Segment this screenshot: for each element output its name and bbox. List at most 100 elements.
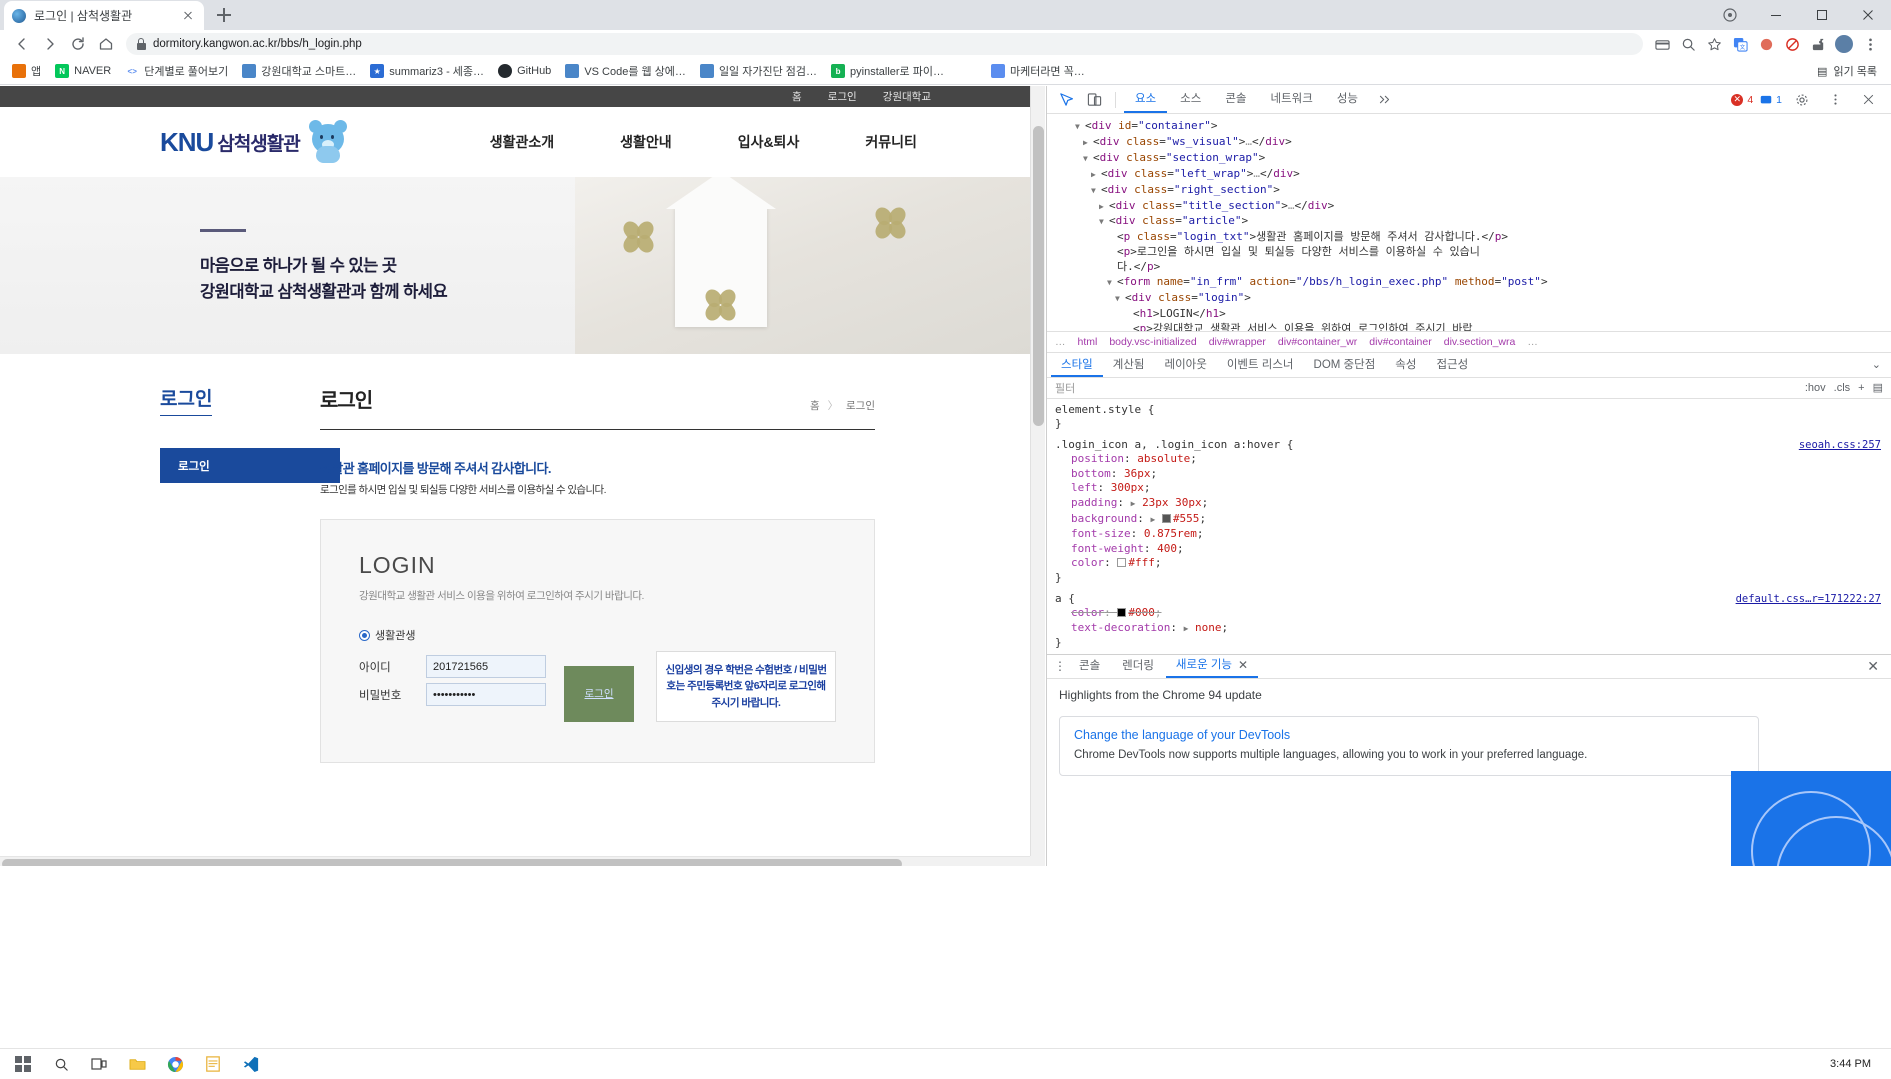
- dom-tree-line[interactable]: ▼<div class="section_wrap">: [1051, 151, 1891, 167]
- bookmark-item[interactable]: NNAVER: [49, 62, 117, 80]
- nav-item-guide[interactable]: 생활안내: [620, 132, 672, 152]
- dom-tree-line[interactable]: ▶<div class="ws_visual">…</div>: [1051, 135, 1891, 151]
- home-button[interactable]: [92, 32, 120, 56]
- whats-new-card-title[interactable]: Change the language of your DevTools: [1074, 728, 1744, 742]
- zoom-icon[interactable]: [1675, 32, 1701, 56]
- profile-avatar[interactable]: [1831, 32, 1857, 56]
- css-declaration[interactable]: bottom: 36px;: [1055, 467, 1891, 482]
- css-declaration[interactable]: color: #000;: [1055, 606, 1891, 621]
- bookmark-item[interactable]: VS Code를 웹 상에…: [559, 61, 692, 81]
- sidebar-item-login[interactable]: 로그인: [160, 448, 340, 483]
- devtools-tab-elements[interactable]: 요소: [1124, 86, 1167, 113]
- dom-tree-line[interactable]: ▼<form name="in_frm" action="/bbs/h_logi…: [1051, 275, 1891, 291]
- css-declaration[interactable]: background: ▶ #555;: [1055, 512, 1891, 528]
- bookmark-item[interactable]: 앱: [6, 61, 47, 81]
- chevron-right-icon[interactable]: [1371, 88, 1397, 112]
- chevron-down-icon[interactable]: ⌄: [1872, 358, 1881, 371]
- devtools-style-filter[interactable]: 필터 :hov .cls + ▤: [1047, 377, 1891, 399]
- css-declaration[interactable]: text-decoration: ▶ none;: [1055, 621, 1891, 637]
- dom-tree-line[interactable]: ▼<div class="login">: [1051, 291, 1891, 307]
- disclosure-triangle-icon[interactable]: ▼: [1099, 215, 1109, 230]
- notepad-button[interactable]: [196, 1050, 230, 1079]
- dom-tree-line[interactable]: ▶<div class="left_wrap">…</div>: [1051, 167, 1891, 183]
- devtools-breadcrumb-item[interactable]: div#container: [1369, 336, 1431, 348]
- browser-tab[interactable]: 로그인 | 삼척생활관: [4, 1, 204, 30]
- whats-new-card[interactable]: Change the language of your DevTools Chr…: [1059, 716, 1759, 776]
- css-declaration[interactable]: font-size: 0.875rem;: [1055, 527, 1891, 542]
- dom-tree-line[interactable]: 다.</p>: [1051, 260, 1891, 275]
- dom-tree-line[interactable]: <p>로그인을 하시면 입실 및 퇴실등 다양한 서비스를 이용하실 수 있습니: [1051, 245, 1891, 260]
- search-button[interactable]: [44, 1050, 78, 1079]
- bookmark-item[interactable]: ★summariz3 - 세종…: [364, 61, 490, 81]
- hov-toggle[interactable]: :hov: [1805, 382, 1826, 394]
- css-declaration[interactable]: font-weight: 400;: [1055, 542, 1891, 557]
- bookmark-item[interactable]: 마케터라면 꼭…: [985, 61, 1091, 81]
- dom-tree-line[interactable]: <p>강원대학교 생활관 서비스 이용을 위하여 로그인하여 주시기 바랍: [1051, 322, 1891, 331]
- taskbar-clock[interactable]: 3:44 PM: [1830, 1058, 1885, 1070]
- maximize-button[interactable]: [1799, 0, 1845, 30]
- bookmark-item[interactable]: <>단계별로 풀어보기: [119, 61, 234, 81]
- file-explorer-button[interactable]: [120, 1050, 154, 1079]
- utility-link-home[interactable]: 홈: [792, 89, 802, 104]
- devtools-styles-pane[interactable]: element.style {}seoah.css:257.login_icon…: [1047, 399, 1891, 654]
- close-window-button[interactable]: [1845, 0, 1891, 30]
- nav-item-admission[interactable]: 입사&퇴사: [738, 132, 800, 152]
- disclosure-triangle-icon[interactable]: ▶: [1091, 168, 1101, 183]
- id-input[interactable]: [426, 655, 546, 678]
- bookmark-item[interactable]: GitHub: [492, 62, 557, 80]
- utility-link-login[interactable]: 로그인: [828, 89, 857, 104]
- nav-item-community[interactable]: 커뮤니티: [865, 132, 917, 152]
- dom-tree-line[interactable]: <h1>LOGIN</h1>: [1051, 307, 1891, 322]
- disclosure-triangle-icon[interactable]: ▼: [1075, 120, 1085, 135]
- disclosure-triangle-icon[interactable]: ▼: [1115, 292, 1125, 307]
- disclosure-triangle-icon[interactable]: ▶: [1099, 200, 1109, 215]
- task-view-button[interactable]: [82, 1050, 116, 1079]
- forward-button[interactable]: [36, 32, 64, 56]
- drawer-tab-close-icon[interactable]: ✕: [1238, 654, 1248, 677]
- style-tab-item[interactable]: 계산됨: [1103, 353, 1155, 377]
- add-rule-icon[interactable]: +: [1858, 382, 1864, 394]
- devtools-breadcrumb-item[interactable]: div#container_wr: [1278, 336, 1357, 348]
- dom-tree-line[interactable]: ▶<div class="title_section">…</div>: [1051, 199, 1891, 215]
- extension-blocker-icon[interactable]: [1779, 32, 1805, 56]
- drawer-more-icon[interactable]: ⋮: [1053, 659, 1067, 673]
- back-button[interactable]: [8, 32, 36, 56]
- devtools-breadcrumb-item[interactable]: div.section_wra: [1444, 336, 1516, 348]
- new-tab-button[interactable]: [210, 1, 238, 29]
- close-icon[interactable]: [1855, 88, 1881, 112]
- style-tab-item[interactable]: 이벤트 리스너: [1217, 353, 1304, 377]
- disclosure-triangle-icon[interactable]: ▼: [1083, 152, 1093, 167]
- css-declaration[interactable]: padding: ▶ 23px 30px;: [1055, 496, 1891, 512]
- gear-icon[interactable]: [1789, 88, 1815, 112]
- site-logo[interactable]: KNU 삼척생활관: [160, 120, 350, 164]
- cls-toggle[interactable]: .cls: [1834, 382, 1851, 394]
- css-declaration[interactable]: position: absolute;: [1055, 452, 1891, 467]
- layout-toggle-icon[interactable]: ▤: [1873, 381, 1883, 394]
- disclosure-triangle-icon[interactable]: ▼: [1091, 184, 1101, 199]
- payment-icon[interactable]: [1649, 32, 1675, 56]
- devtools-breadcrumb-item[interactable]: html: [1078, 336, 1098, 348]
- devtools-breadcrumb-item[interactable]: …: [1055, 336, 1066, 348]
- login-submit-button[interactable]: 로그인: [564, 666, 634, 722]
- extensions-icon[interactable]: [1805, 32, 1831, 56]
- devtools-breadcrumb-item[interactable]: div#wrapper: [1209, 336, 1266, 348]
- extension-indicator-icon[interactable]: [1707, 0, 1753, 30]
- drawer-close-icon[interactable]: ✕: [1867, 658, 1885, 675]
- nav-item-intro[interactable]: 생활관소개: [490, 132, 554, 152]
- device-toggle-icon[interactable]: [1081, 88, 1107, 112]
- disclosure-triangle-icon[interactable]: ▶: [1083, 136, 1093, 151]
- css-rule[interactable]: default.css…r=171222:27a {color: #000;te…: [1055, 592, 1891, 651]
- breadcrumb-home[interactable]: 홈: [810, 400, 820, 412]
- dom-tree-line[interactable]: <p class="login_txt">생활관 홈페이지를 방문해 주셔서 감…: [1051, 230, 1891, 245]
- devtools-dom-tree[interactable]: ▼<div id="container">▶<div class="ws_vis…: [1047, 114, 1891, 331]
- css-declaration[interactable]: color: #fff;: [1055, 556, 1891, 571]
- dom-tree-line[interactable]: ▼<div class="right_section">: [1051, 183, 1891, 199]
- utility-link-university[interactable]: 강원대학교: [883, 89, 931, 104]
- start-button[interactable]: [6, 1050, 40, 1079]
- css-declaration[interactable]: left: 300px;: [1055, 481, 1891, 496]
- tab-close-icon[interactable]: [180, 8, 196, 24]
- chrome-button[interactable]: [158, 1050, 192, 1079]
- vscode-button[interactable]: [234, 1050, 268, 1079]
- bookmark-item[interactable]: 강원대학교 스마트…: [236, 61, 362, 81]
- address-bar[interactable]: dormitory.kangwon.ac.kr/bbs/h_login.php: [126, 33, 1643, 55]
